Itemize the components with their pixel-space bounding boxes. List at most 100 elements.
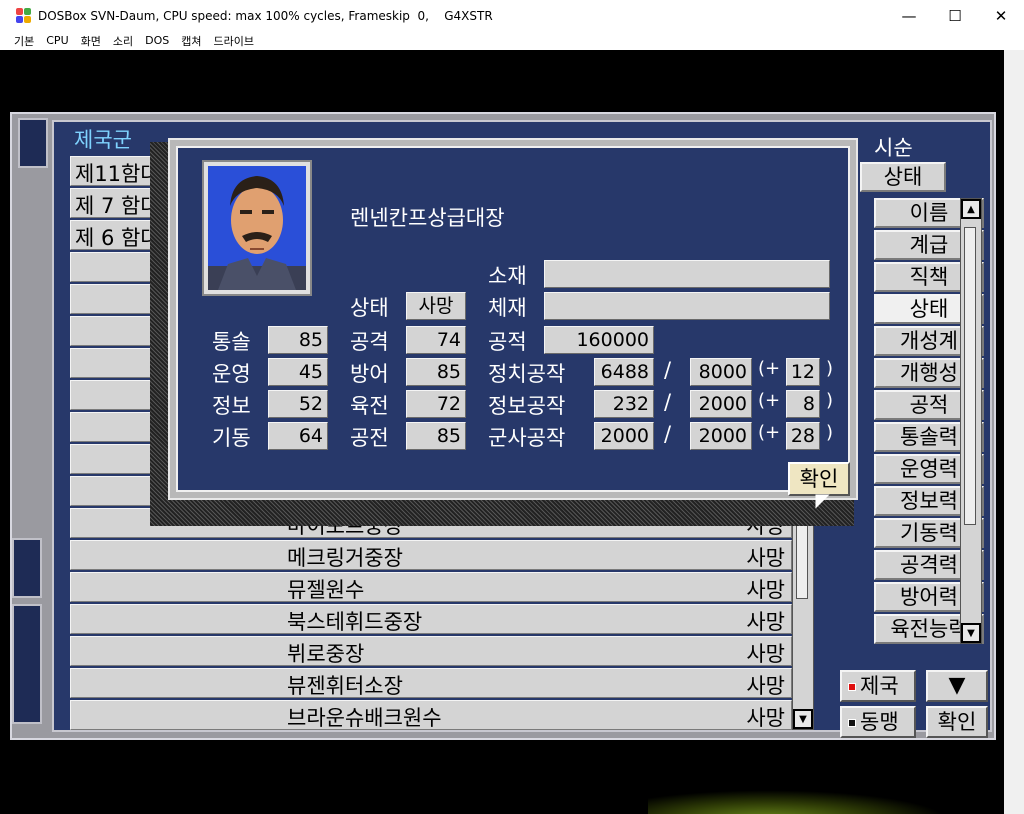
- status-label: 상태: [350, 296, 389, 320]
- politics-op-plus-open: (+: [758, 358, 781, 379]
- officer-row[interactable]: 브라운슈배크원수 사망: [70, 700, 792, 730]
- attack-label: 공격: [350, 330, 389, 354]
- empire-label: 제국: [860, 674, 899, 698]
- officer-row[interactable]: 뷰젠휘터소장 사망: [70, 668, 792, 698]
- military-op-current: 2000: [594, 422, 654, 450]
- sort-scroll-thumb[interactable]: [964, 227, 976, 525]
- list-scroll-down-button[interactable]: ▼: [793, 709, 813, 729]
- defense-label: 방어: [350, 362, 389, 386]
- attack-value: 74: [406, 326, 466, 354]
- sort-header: 상태: [860, 162, 946, 192]
- affiliation-label: 소재: [488, 264, 527, 288]
- menu-capture[interactable]: 캡쳐: [181, 33, 201, 49]
- officer-name: 메크링거중장: [287, 546, 403, 570]
- officer-name: 북스테휘드중장: [287, 610, 423, 634]
- game-screen: 제국군 시순 제11함대 제 7 함대 제 6 함대 마이포트중장 사망 메크링…: [8, 50, 1004, 814]
- page-down-button[interactable]: ▼: [926, 670, 988, 702]
- officer-portrait-image: [208, 166, 306, 290]
- leadership-value: 85: [268, 326, 328, 354]
- air-combat-label: 공전: [350, 426, 389, 450]
- side-panel-top: [18, 118, 48, 168]
- intel-op-max: 2000: [690, 390, 752, 418]
- officer-name: 뷰젠휘터소장: [287, 674, 403, 698]
- faction-label: 제국군: [74, 128, 132, 152]
- dosbox-app-icon: [16, 7, 32, 24]
- fleet-label: 제 7 함대: [75, 194, 160, 218]
- officer-row[interactable]: 북스테휘드중장 사망: [70, 604, 792, 634]
- intel-op-slash: /: [664, 390, 672, 414]
- status-value: 사망: [406, 292, 466, 320]
- empire-marker-icon: [848, 683, 856, 691]
- menu-cpu[interactable]: CPU: [46, 34, 68, 47]
- military-op-plus: 28: [786, 422, 820, 450]
- officer-detail-popup: 렌넨칸프상급대장 소재 체재 상태 사망 공적 160000 통솔 85 운영 …: [168, 138, 858, 500]
- menu-dos[interactable]: DOS: [145, 34, 169, 47]
- officer-row[interactable]: 뷔로중장 사망: [70, 636, 792, 666]
- alliance-toggle[interactable]: 동맹: [840, 706, 916, 738]
- military-op-label: 군사공작: [488, 426, 566, 450]
- intel-op-label: 정보공작: [488, 394, 566, 418]
- military-op-max: 2000: [690, 422, 752, 450]
- officer-name: 뮤젤원수: [287, 578, 365, 602]
- stay-value: [544, 292, 830, 320]
- intel-op-plus: 8: [786, 390, 820, 418]
- military-op-slash: /: [664, 422, 672, 446]
- officer-portrait: [202, 160, 312, 296]
- list-scrollbar[interactable]: ▼: [792, 508, 814, 730]
- intel-op-plus-open: (+: [758, 390, 781, 411]
- merit-label: 공적: [488, 330, 527, 354]
- military-op-plus-close: ): [826, 422, 834, 443]
- officer-status: 사망: [746, 642, 785, 666]
- alliance-marker-icon: [848, 719, 856, 727]
- fleet-label: 제 6 함대: [75, 226, 160, 250]
- officer-status: 사망: [746, 674, 785, 698]
- air-combat-value: 85: [406, 422, 466, 450]
- window-title: DOSBox SVN-Daum, CPU speed: max 100% cyc…: [38, 8, 493, 23]
- list-confirm-button[interactable]: 확인: [926, 706, 988, 738]
- defense-value: 85: [406, 358, 466, 386]
- military-op-plus-open: (+: [758, 422, 781, 443]
- intel-op-current: 232: [594, 390, 654, 418]
- menu-screen[interactable]: 화면: [81, 33, 101, 49]
- empire-toggle[interactable]: 제국: [840, 670, 916, 702]
- merit-value: 160000: [544, 326, 654, 354]
- menu-drive[interactable]: 드라이브: [214, 33, 254, 49]
- intel-op-plus-close: ): [826, 390, 834, 411]
- sort-scrollbar[interactable]: ▲ ▼: [960, 198, 982, 644]
- officer-status: 사망: [746, 546, 785, 570]
- leadership-label: 통솔: [212, 330, 251, 354]
- politics-op-slash: /: [664, 358, 672, 382]
- officer-row[interactable]: 메크링거중장 사망: [70, 540, 792, 570]
- ground-combat-value: 72: [406, 390, 466, 418]
- politics-op-current: 6488: [594, 358, 654, 386]
- operation-value: 45: [268, 358, 328, 386]
- officer-status: 사망: [746, 578, 785, 602]
- officer-name: 브라운슈배크원수: [287, 706, 442, 730]
- ground-combat-label: 육전: [350, 394, 389, 418]
- minimize-button[interactable]: —: [886, 0, 932, 31]
- sort-scroll-down-button[interactable]: ▼: [961, 623, 981, 643]
- side-panel-mid: [12, 538, 42, 598]
- mobility-value: 64: [268, 422, 328, 450]
- window-border: [1004, 50, 1024, 814]
- menu-sound[interactable]: 소리: [113, 33, 133, 49]
- officer-row[interactable]: 뮤젤원수 사망: [70, 572, 792, 602]
- fleet-label: 제11함대: [75, 162, 160, 186]
- planet-horizon: [648, 790, 948, 814]
- title-bar: DOSBox SVN-Daum, CPU speed: max 100% cyc…: [0, 0, 1024, 31]
- sort-scroll-up-button[interactable]: ▲: [961, 199, 981, 219]
- menu-basic[interactable]: 기본: [14, 33, 34, 49]
- selected-officer-label: 시순: [874, 136, 913, 160]
- politics-op-plus: 12: [786, 358, 820, 386]
- stay-label: 체재: [488, 296, 527, 320]
- officer-detail-panel: 렌넨칸프상급대장 소재 체재 상태 사망 공적 160000 통솔 85 운영 …: [176, 146, 850, 496]
- alliance-label: 동맹: [860, 710, 899, 734]
- politics-op-max: 8000: [690, 358, 752, 386]
- side-panel-bottom: [12, 604, 42, 724]
- officer-status: 사망: [746, 610, 785, 634]
- officer-name: 뷔로중장: [287, 642, 365, 666]
- maximize-button[interactable]: ☐: [932, 0, 978, 31]
- intelligence-label: 정보: [212, 394, 251, 418]
- close-button[interactable]: ✕: [978, 0, 1024, 31]
- menu-bar: 기본 CPU 화면 소리 DOS 캡쳐 드라이브: [0, 31, 1024, 50]
